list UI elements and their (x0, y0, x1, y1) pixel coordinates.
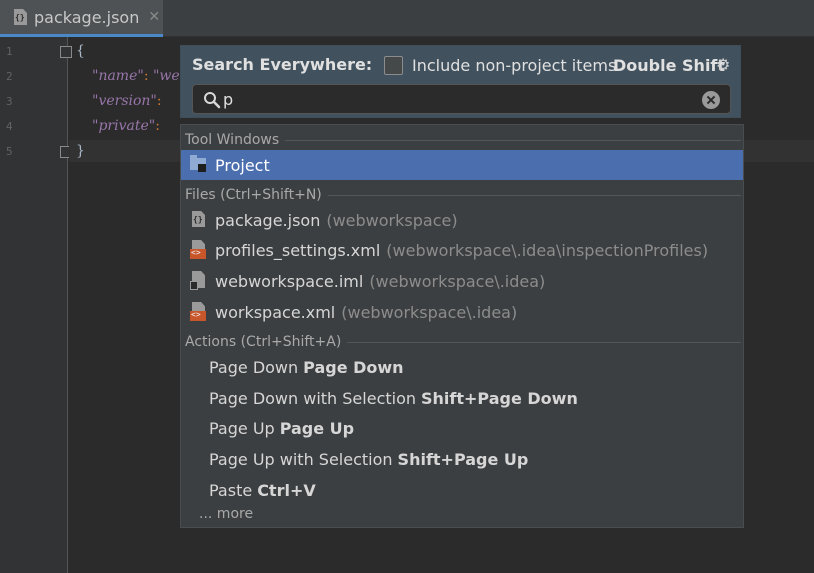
xml-file-icon: <> (190, 240, 208, 260)
line-number: 1 (6, 45, 13, 58)
close-icon[interactable]: ✕ (148, 9, 160, 25)
result-item-file[interactable]: <> profiles_settings.xml (webworkspace\.i… (181, 235, 743, 265)
shortcut-hint: Double Shift (613, 56, 726, 75)
section-header-tool-windows: Tool Windows (185, 130, 741, 150)
result-item-action[interactable]: Page Up with Selection Shift+Page Up (209, 444, 528, 474)
search-input[interactable] (223, 85, 693, 113)
tab-label: package.json (34, 7, 140, 27)
result-item-file[interactable]: <> workspace.xml (webworkspace\.idea) (181, 297, 743, 327)
project-folder-icon (190, 155, 208, 175)
include-non-project-checkbox[interactable] (384, 56, 403, 75)
code-line-1: { (76, 43, 85, 59)
result-item-action[interactable]: Page Down Page Down (209, 352, 404, 382)
search-results-list: Tool Windows Project Files (Ctrl+Shift+N… (180, 124, 744, 528)
json-file-icon: {} (12, 8, 28, 26)
fold-marker-icon[interactable] (60, 46, 72, 58)
line-number: 2 (6, 70, 13, 83)
tab-package-json[interactable]: {} package.json ✕ (0, 0, 163, 37)
search-everywhere-popup: Search Everywhere: Include non-project i… (180, 45, 741, 118)
section-header-actions: Actions (Ctrl+Shift+A) (185, 332, 741, 352)
code-line-4: "private": (92, 118, 160, 134)
gear-icon[interactable]: ⚙ (716, 55, 730, 74)
result-item-action[interactable]: Paste Ctrl+V (209, 475, 316, 505)
json-file-icon: {} (190, 210, 208, 230)
search-icon (204, 92, 221, 109)
code-line-3: "version": (92, 93, 162, 109)
clear-icon[interactable] (702, 91, 720, 109)
line-number: 5 (6, 145, 13, 158)
code-line-2: "name": "we (92, 68, 180, 84)
section-header-files: Files (Ctrl+Shift+N) (185, 185, 741, 205)
xml-file-icon: <> (190, 302, 208, 322)
popup-title: Search Everywhere: (192, 55, 373, 74)
line-number-gutter: 1 2 3 4 5 (0, 37, 72, 573)
iml-file-icon (190, 271, 208, 291)
checkbox-label[interactable]: Include non-project items (412, 56, 616, 75)
editor-tab-bar: {} package.json ✕ (0, 0, 814, 37)
line-number: 3 (6, 95, 13, 108)
line-number: 4 (6, 120, 13, 133)
result-item-action[interactable]: Page Down with Selection Shift+Page Down (209, 383, 578, 413)
result-item-project[interactable]: Project (181, 150, 743, 180)
search-field[interactable] (192, 84, 731, 114)
result-item-action[interactable]: Page Up Page Up (209, 413, 354, 443)
result-item-file[interactable]: {} package.json (webworkspace) (181, 205, 743, 235)
more-link[interactable]: ... more (199, 506, 253, 522)
code-line-5: } (76, 143, 85, 159)
result-item-file[interactable]: webworkspace.iml (webworkspace\.idea) (181, 266, 743, 296)
